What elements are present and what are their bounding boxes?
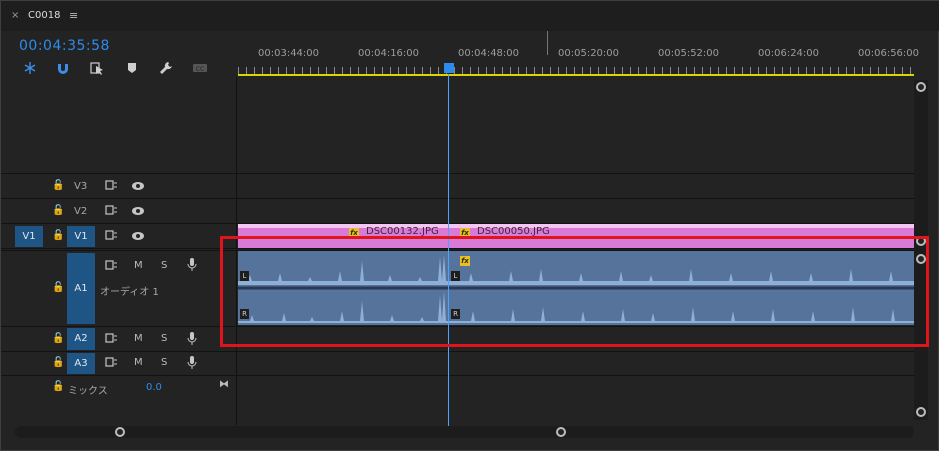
sequence-tab-title[interactable]: C0018 xyxy=(28,10,60,21)
track-name: V2 xyxy=(74,206,88,217)
tab-close-icon[interactable]: × xyxy=(11,10,19,21)
ruler-label: 00:05:20:00 xyxy=(558,48,620,59)
track-header-mix: 🔓 ミックス 0.0 ⧓ xyxy=(1,376,237,400)
timeline-panel: × C0018 ≡ 00:04:35:58 CC 00:03:44:00 00:… xyxy=(0,0,939,451)
ruler-label: 00:05:52:00 xyxy=(658,48,720,59)
playhead-handle[interactable] xyxy=(444,63,454,73)
track-header-v3: 🔓 V3 xyxy=(1,174,237,198)
solo-button[interactable]: S xyxy=(161,333,167,344)
track-name-v1[interactable]: V1 xyxy=(67,226,95,247)
mute-button[interactable]: M xyxy=(134,260,143,271)
source-patch-v1[interactable]: V1 xyxy=(15,226,43,247)
track-name: V3 xyxy=(74,181,88,192)
go-to-out-icon[interactable]: ⧓ xyxy=(219,379,229,390)
linked-selection-icon[interactable] xyxy=(90,61,104,75)
track-name-a3[interactable]: A3 xyxy=(67,353,95,374)
track-header-a1: 🔓 A1 オーディオ 1 M S xyxy=(1,251,237,326)
sync-lock-icon[interactable] xyxy=(105,332,117,344)
lock-icon[interactable]: 🔓 xyxy=(52,230,64,241)
scroll-handle-bottom[interactable] xyxy=(916,407,926,417)
mix-label: ミックス xyxy=(68,386,108,397)
solo-button[interactable]: S xyxy=(161,260,167,271)
sync-lock-icon[interactable] xyxy=(105,179,117,191)
snap-icon[interactable] xyxy=(23,61,37,75)
lock-icon[interactable]: 🔓 xyxy=(52,282,64,293)
wrench-icon[interactable] xyxy=(159,61,173,75)
work-area-bar[interactable] xyxy=(238,74,914,76)
lock-icon[interactable]: 🔓 xyxy=(52,357,64,368)
sync-lock-icon[interactable] xyxy=(105,259,117,271)
ruler-label: 00:06:56:00 xyxy=(858,48,920,59)
magnet-icon[interactable] xyxy=(56,61,70,75)
highlight-box xyxy=(220,236,929,347)
lock-icon[interactable]: 🔓 xyxy=(52,205,64,216)
track-header-a2: 🔓 A2 M S xyxy=(1,327,237,351)
sync-lock-icon[interactable] xyxy=(105,229,117,241)
track-header-v1: V1 🔓 V1 xyxy=(1,224,237,248)
tab-bar: × C0018 ≡ xyxy=(1,1,939,31)
ruler-label: 00:04:48:00 xyxy=(458,48,520,59)
sync-lock-icon[interactable] xyxy=(105,356,117,368)
horizontal-scrollbar[interactable] xyxy=(15,426,914,438)
ruler-label: 00:06:24:00 xyxy=(758,48,820,59)
lock-icon[interactable]: 🔓 xyxy=(52,180,64,191)
lock-icon[interactable]: 🔓 xyxy=(52,333,64,344)
track-label: オーディオ 1 xyxy=(100,287,159,298)
track-name-a1[interactable]: A1 xyxy=(67,253,95,324)
track-name-a2[interactable]: A2 xyxy=(67,328,95,350)
sync-lock-icon[interactable] xyxy=(105,204,117,216)
ruler-label: 00:03:44:00 xyxy=(258,48,320,59)
ruler-divider xyxy=(547,31,548,55)
playhead-timecode[interactable]: 00:04:35:58 xyxy=(19,38,110,54)
captions-icon[interactable]: CC xyxy=(192,61,208,75)
microphone-icon[interactable] xyxy=(187,332,197,345)
mute-button[interactable]: M xyxy=(134,333,143,344)
scroll-handle-top[interactable] xyxy=(916,82,926,92)
eye-icon[interactable] xyxy=(131,206,145,216)
mix-volume-value[interactable]: 0.0 xyxy=(146,382,162,393)
panel-menu-icon[interactable]: ≡ xyxy=(69,9,78,22)
microphone-icon[interactable] xyxy=(187,258,197,271)
eye-icon[interactable] xyxy=(131,231,145,241)
time-ruler[interactable]: 00:03:44:00 00:04:16:00 00:04:48:00 00:0… xyxy=(238,31,919,77)
eye-icon[interactable] xyxy=(131,181,145,191)
marker-icon[interactable] xyxy=(125,61,139,75)
microphone-icon[interactable] xyxy=(187,356,197,369)
lock-icon[interactable]: 🔓 xyxy=(52,381,64,392)
solo-button[interactable]: S xyxy=(161,357,167,368)
zoom-handle-right[interactable] xyxy=(556,427,566,437)
mute-button[interactable]: M xyxy=(134,357,143,368)
track-header-a3: 🔓 A3 M S xyxy=(1,352,237,375)
track-header-v2: 🔓 V2 xyxy=(1,199,237,223)
ruler-label: 00:04:16:00 xyxy=(358,48,420,59)
zoom-handle-left[interactable] xyxy=(115,427,125,437)
svg-text:CC: CC xyxy=(196,66,204,73)
